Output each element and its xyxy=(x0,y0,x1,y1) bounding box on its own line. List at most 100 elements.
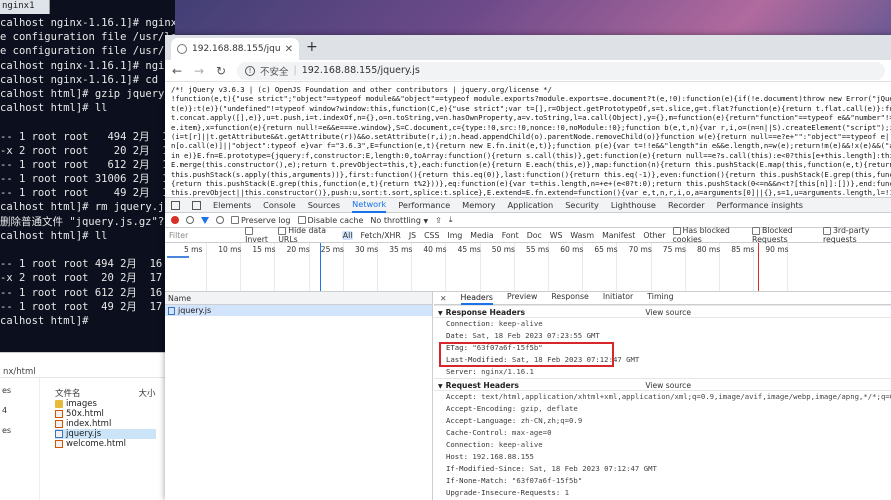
filter-type-wasm[interactable]: Wasm xyxy=(569,231,595,240)
header-value: Sat, 18 Feb 2023 07:23:55 GMT xyxy=(472,331,600,340)
terminal-line: calhost html]# ll xyxy=(0,229,108,242)
filter-type-fetch-xhr[interactable]: Fetch/XHR xyxy=(359,231,401,240)
devtools-tab-recorder[interactable]: Recorder xyxy=(668,198,705,213)
column-name[interactable]: 文件名 xyxy=(55,387,81,399)
request-name: jquery.js xyxy=(178,306,212,315)
nav-item[interactable]: es xyxy=(0,386,39,398)
filter-type-css[interactable]: CSS xyxy=(423,231,440,240)
detail-tab-timing[interactable]: Timing xyxy=(647,292,673,305)
filter-type-other[interactable]: Other xyxy=(642,231,666,240)
filter-icon[interactable] xyxy=(201,216,209,224)
insecure-label[interactable]: 不安全 xyxy=(260,64,289,78)
upload-icon[interactable]: ⇪ xyxy=(435,216,442,225)
request-row[interactable]: jquery.js xyxy=(165,305,432,316)
source-line: t.concat.apply([],e)},u=t.push,i=t.index… xyxy=(171,113,891,123)
file-row[interactable]: index.html xyxy=(55,419,156,429)
reload-icon[interactable]: ↻ xyxy=(215,64,227,78)
header-row: Accept: text/html,application/xhtml+xml,… xyxy=(434,391,891,403)
header-row: Cache-Control: max-age=0 xyxy=(434,427,891,439)
terminal-window[interactable]: nginx1 calhost nginx-1.16.1]# nginx -t e … xyxy=(0,0,175,352)
timeline-tick-label: 25 ms xyxy=(320,245,344,254)
file-name: index.html xyxy=(66,419,112,429)
filter-type-font[interactable]: Font xyxy=(501,231,520,240)
filter-type-media[interactable]: Media xyxy=(469,231,494,240)
request-headers-heading[interactable]: ▼ Request Headers View source xyxy=(434,378,891,391)
device-toolbar-icon[interactable] xyxy=(192,200,201,210)
timeline-tick-label: 55 ms xyxy=(526,245,550,254)
source-line: !function(e,t){"use strict";"object"==ty… xyxy=(171,94,891,104)
network-timeline[interactable]: 5 ms 10 ms 15 ms 20 ms 25 ms 30 ms 35 ms 40 ms 4… xyxy=(165,243,891,292)
terminal-line: calhost html]# xyxy=(0,314,95,327)
devtools-tab-performance-insights[interactable]: Performance insights xyxy=(717,198,803,213)
disable-cache-checkbox[interactable]: Disable cache xyxy=(297,216,363,225)
filter-type-all[interactable]: All xyxy=(341,230,354,240)
terminal-line: calhost html]# gzip jquery.js xyxy=(0,87,175,100)
header-row: Accept-Language: zh-CN,zh;q=0.9 xyxy=(434,415,891,427)
view-source-link[interactable]: View source xyxy=(645,379,691,392)
detail-tab-response[interactable]: Response xyxy=(551,292,588,305)
devtools-tab-sources[interactable]: Sources xyxy=(308,198,340,213)
tab-bar: 192.168.88.155/jquery.js ✕ + xyxy=(165,35,891,60)
third-party-checkbox[interactable]: 3rd-party requests xyxy=(822,226,891,244)
filter-input[interactable]: Filter xyxy=(169,231,239,240)
record-icon[interactable] xyxy=(171,216,179,224)
terminal-line: e configuration file /usr/local/ng xyxy=(0,45,175,58)
filter-type-manifest[interactable]: Manifest xyxy=(601,231,636,240)
request-list: Name jquery.js xyxy=(165,292,433,500)
response-headers-heading[interactable]: ▼ Response Headers View source xyxy=(434,305,891,318)
file-row[interactable]: 50x.html xyxy=(55,409,156,419)
hide-data-urls-checkbox[interactable]: Hide data URLs xyxy=(278,226,336,244)
address-bar[interactable]: ! 不安全 | 192.168.88.155/jquery.js xyxy=(237,61,885,80)
forward-icon[interactable]: → xyxy=(193,64,205,78)
clear-icon[interactable] xyxy=(186,216,194,224)
devtools-tab-lighthouse[interactable]: Lighthouse xyxy=(611,198,656,213)
devtools-tab-application[interactable]: Application xyxy=(507,198,553,213)
header-value: max-age=0 xyxy=(511,428,552,437)
filter-type-ws[interactable]: WS xyxy=(549,231,564,240)
download-icon[interactable]: ⤓ xyxy=(449,215,453,225)
blocked-requests-checkbox[interactable]: Blocked Requests xyxy=(752,226,817,244)
preserve-log-checkbox[interactable]: Preserve log xyxy=(231,216,291,225)
terminal-tab[interactable]: nginx1 xyxy=(0,0,50,14)
search-icon[interactable] xyxy=(216,216,224,224)
close-icon[interactable]: ✕ xyxy=(285,44,293,55)
detail-tab-headers[interactable]: Headers xyxy=(460,292,493,305)
terminal-line: calhost nginx-1.16.1]# cd /usr/lo xyxy=(0,73,175,86)
header-value: 192.168.88.155 xyxy=(472,452,534,461)
file-row[interactable]: welcome.html xyxy=(55,439,156,449)
source-line: /*! jQuery v3.6.3 | (c) OpenJS Foundatio… xyxy=(171,85,552,94)
detail-tab-initiator[interactable]: Initiator xyxy=(603,292,633,305)
devtools-tab-security[interactable]: Security xyxy=(565,198,599,213)
header-key: Cache-Control: xyxy=(446,428,508,437)
new-tab-button[interactable]: + xyxy=(306,39,318,55)
filter-type-js[interactable]: JS xyxy=(408,231,417,240)
filter-type-doc[interactable]: Doc xyxy=(526,231,543,240)
blocked-cookies-checkbox[interactable]: Has blocked cookies xyxy=(672,226,747,244)
browser-tab[interactable]: 192.168.88.155/jquery.js ✕ xyxy=(171,38,299,60)
file-row[interactable]: images xyxy=(55,399,156,409)
timeline-tick-label: 60 ms xyxy=(560,245,584,254)
url-text[interactable]: 192.168.88.155/jquery.js xyxy=(302,65,420,76)
close-icon[interactable]: ✕ xyxy=(440,294,447,303)
file-explorer-window[interactable]: nx/html es 4 es 文件名 大小 images 50x.html index… xyxy=(0,352,221,500)
devtools-tab-console[interactable]: Console xyxy=(263,198,296,213)
column-size[interactable]: 大小 xyxy=(139,387,156,399)
filter-type-img[interactable]: Img xyxy=(446,231,463,240)
devtools-tab-elements[interactable]: Elements xyxy=(213,198,251,213)
explorer-address[interactable]: nx/html xyxy=(0,353,165,378)
nav-item[interactable]: 4 xyxy=(0,406,39,418)
devtools-tab-performance[interactable]: Performance xyxy=(398,198,450,213)
back-icon[interactable]: ← xyxy=(171,64,183,78)
request-list-header[interactable]: Name xyxy=(165,292,432,305)
devtools-tab-network[interactable]: Network xyxy=(352,198,387,213)
detail-tab-preview[interactable]: Preview xyxy=(507,292,537,305)
throttling-select[interactable]: No throttling ▼ xyxy=(370,216,428,225)
file-row[interactable]: jquery.js87 xyxy=(55,429,221,439)
nav-item[interactable]: es xyxy=(0,426,39,438)
header-key: Host: xyxy=(446,452,468,461)
timeline-tick-label: 5 ms xyxy=(184,245,203,254)
inspect-icon[interactable] xyxy=(171,200,180,210)
devtools-tab-memory[interactable]: Memory xyxy=(462,198,495,213)
invert-checkbox[interactable]: Invert xyxy=(245,226,272,244)
warning-icon[interactable]: ! xyxy=(245,65,255,76)
